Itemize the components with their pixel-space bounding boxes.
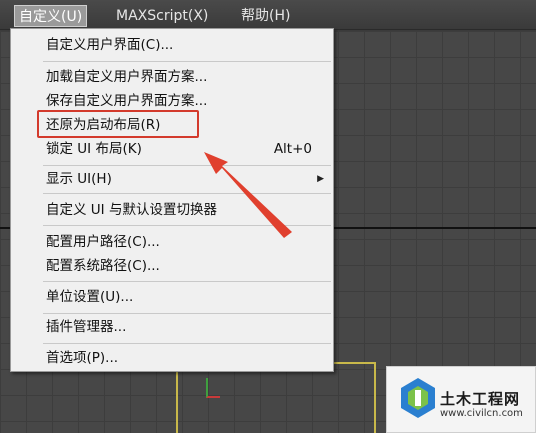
menu-item-lock-ui-layout[interactable]: 锁定 UI 布局(K) Alt+0 [12, 137, 332, 161]
menu-item-configure-user-paths[interactable]: 配置用户路径(C)... [12, 230, 332, 254]
menu-separator [43, 193, 331, 194]
menu-customize[interactable]: 自定义(U) [14, 5, 88, 27]
watermark-title: 土木工程网 [440, 390, 521, 408]
menu-item-ui-defaults-switcher[interactable]: 自定义 UI 与默认设置切换器 [12, 198, 332, 222]
menu-bar: 自定义(U) MAXScript(X) 帮助(H) [0, 0, 536, 30]
menu-item-label: 首选项(P)... [46, 350, 119, 366]
menu-separator [43, 61, 331, 62]
menu-item-label: 单位设置(U)... [46, 289, 134, 305]
menu-separator [43, 165, 331, 166]
menu-item-load-ui-scheme[interactable]: 加载自定义用户界面方案... [12, 65, 332, 89]
menu-help[interactable]: 帮助(H) [237, 5, 294, 27]
menu-separator [43, 281, 331, 282]
menu-item-label: 自定义 UI 与默认设置切换器 [46, 202, 217, 218]
watermark-emblem-icon [401, 378, 435, 418]
menu-separator [43, 343, 331, 344]
menu-item-label: 自定义用户界面(C)... [46, 37, 174, 53]
menu-separator [43, 313, 331, 314]
shortcut-label: Alt+0 [273, 141, 312, 157]
menu-item-label: 插件管理器... [46, 319, 127, 335]
menu-item-label: 锁定 UI 布局(K) [46, 141, 142, 157]
menu-item-plugin-manager[interactable]: 插件管理器... [12, 315, 332, 339]
menu-item-units-setup[interactable]: 单位设置(U)... [12, 285, 332, 309]
menu-item-label: 加载自定义用户界面方案... [46, 69, 208, 85]
menu-maxscript[interactable]: MAXScript(X) [112, 5, 212, 27]
watermark-url: www.civilcn.com [440, 408, 523, 419]
menu-item-label: 配置系统路径(C)... [46, 258, 160, 274]
menu-item-customize-ui[interactable]: 自定义用户界面(C)... [12, 33, 332, 57]
submenu-arrow-icon: ▶ [317, 174, 324, 184]
menu-item-show-ui[interactable]: 显示 UI(H) ▶ [12, 167, 332, 191]
menu-item-label: 配置用户路径(C)... [46, 234, 160, 250]
menu-separator [43, 225, 331, 226]
menu-item-label: 保存自定义用户界面方案... [46, 93, 208, 109]
menu-item-preferences[interactable]: 首选项(P)... [12, 346, 332, 370]
annotation-highlight-box [37, 110, 199, 138]
menu-item-label: 显示 UI(H) [46, 171, 112, 187]
axis-gizmo-icon [206, 378, 220, 398]
customize-dropdown-menu: 自定义用户界面(C)... 加载自定义用户界面方案... 保存自定义用户界面方案… [10, 28, 334, 372]
menu-item-configure-system-paths[interactable]: 配置系统路径(C)... [12, 254, 332, 278]
